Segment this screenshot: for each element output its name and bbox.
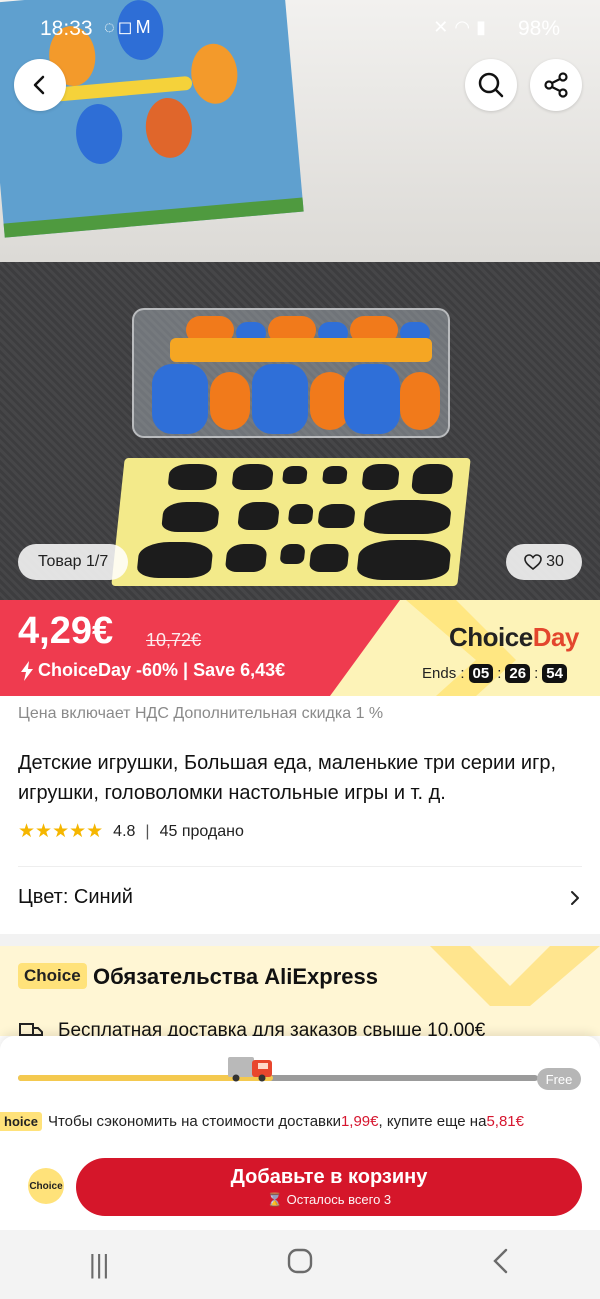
system-icons: ✕◠▮ xyxy=(433,17,492,38)
choiceday-logo-choice: Choice xyxy=(449,622,533,652)
divider xyxy=(18,866,582,867)
sold-count: 45 продано xyxy=(159,822,244,840)
color-selector[interactable]: Цвет: Синий xyxy=(18,886,582,909)
chevron-right-icon xyxy=(571,890,579,905)
add-to-cart-label: Добавьте в корзину xyxy=(230,1166,428,1188)
system-nav-bar: ||| xyxy=(0,1230,600,1299)
lightning-icon xyxy=(21,660,33,681)
image-counter: Товар 1/7 xyxy=(18,544,129,580)
notification-icons: ◌◻M xyxy=(104,17,154,38)
section-divider xyxy=(0,934,600,946)
countdown-hours: 05 xyxy=(468,664,494,683)
countdown: Ends : 05 : 26 : 54 xyxy=(422,664,567,683)
recent-apps-icon[interactable]: ||| xyxy=(89,1249,109,1280)
rating-value: 4.8 xyxy=(113,822,136,840)
save-text-middle: , купите еще на xyxy=(378,1112,487,1130)
status-bar: 18:33 ◌◻M ✕◠▮ 98% xyxy=(0,0,600,58)
mute-icon: ✕ xyxy=(433,17,455,37)
current-price: 4,29€ xyxy=(18,610,114,652)
photo-sticker-sheet xyxy=(111,458,471,586)
back-nav-icon[interactable] xyxy=(491,1248,511,1281)
viber-icon: ◌ xyxy=(104,17,118,37)
gmail-icon: M xyxy=(135,17,154,37)
share-icon xyxy=(544,72,568,98)
countdown-minutes: 26 xyxy=(505,664,531,683)
choice-logo: Choice xyxy=(28,1168,64,1204)
share-button[interactable] xyxy=(530,59,582,111)
countdown-label: Ends : xyxy=(422,665,465,682)
add-to-cart-button[interactable]: Добавьте в корзину ⌛ Осталось всего 3 xyxy=(76,1158,582,1216)
back-button[interactable] xyxy=(14,59,66,111)
instagram-icon: ◻ xyxy=(117,17,136,37)
shipping-save-note: hoice Чтобы сэкономить на стоимости дост… xyxy=(0,1109,600,1133)
stock-text: Осталось всего 3 xyxy=(286,1192,392,1207)
star-rating-icon: ★★★★★ xyxy=(18,821,104,842)
vat-note: Цена включает НДС Дополнительная скидка … xyxy=(18,705,384,722)
save-text-prefix: Чтобы сэкономить на стоимости доставки xyxy=(47,1112,341,1130)
save-remaining: 5,81€ xyxy=(486,1112,524,1130)
chevron-left-icon xyxy=(33,75,45,95)
free-shipping-goal: Free xyxy=(537,1068,581,1090)
choice-badge: Choice xyxy=(18,963,87,989)
countdown-seconds: 54 xyxy=(542,664,567,683)
search-button[interactable] xyxy=(465,59,517,111)
stock-note: ⌛ Осталось всего 3 xyxy=(267,1192,391,1208)
color-label: Цвет: Синий xyxy=(18,886,133,908)
heart-icon xyxy=(524,554,542,570)
choiceday-logo: ChoiceDay xyxy=(449,622,579,653)
search-icon xyxy=(478,72,504,98)
choiceday-logo-day: Day xyxy=(532,622,580,652)
promo-line: ChoiceDay -60% | Save 6,43€ xyxy=(20,660,285,681)
shipping-progress-bar xyxy=(18,1075,538,1081)
likes-count: 30 xyxy=(546,553,564,570)
truck-icon xyxy=(228,1057,272,1082)
battery-level: 98% xyxy=(517,17,560,40)
save-amount: 1,99€ xyxy=(340,1112,379,1130)
promo-text: ChoiceDay -60% | Save 6,43€ xyxy=(38,660,286,680)
original-price: 10,72€ xyxy=(146,630,202,650)
wishlist-button[interactable]: 30 xyxy=(506,544,582,580)
hourglass-icon: ⌛ xyxy=(266,1192,284,1207)
choice-title: Обязательства AliExpress xyxy=(93,964,378,989)
rating-row[interactable]: ★★★★★ 4.8 | 45 продано xyxy=(18,820,244,843)
signal-icon: ▮ xyxy=(476,17,492,37)
image-counter-label: Товар 1/7 xyxy=(38,553,109,570)
photo-tray xyxy=(132,308,450,438)
home-icon[interactable] xyxy=(287,1248,313,1281)
wifi-icon: ◠ xyxy=(454,17,477,37)
choice-mini-badge: hoice xyxy=(0,1111,42,1131)
status-time: 18:33 xyxy=(40,17,93,40)
product-title: Детские игрушки, Большая еда, маленькие … xyxy=(18,752,557,804)
